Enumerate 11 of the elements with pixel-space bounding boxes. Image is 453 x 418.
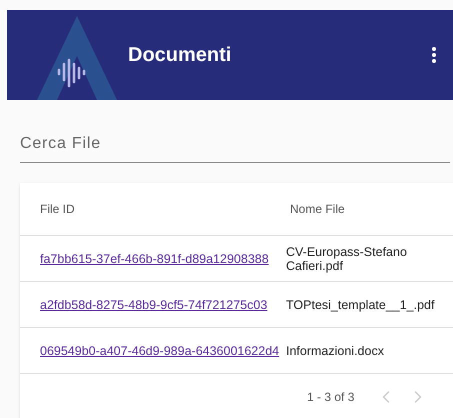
file-id-link[interactable]: 069549b0-a407-46d9-989a-6436001622d4 [40,344,280,358]
logo-icon [37,16,117,100]
file-id-link[interactable]: a2fdb58d-8275-48b9-9cf5-74f721275c03 [40,298,268,312]
file-name-cell-text: TOPtesi_template__1_.pdf [285,298,436,312]
page-range: 1 - 3 of 3 [307,389,354,406]
file-id-link[interactable]: fa7bb615-37ef-466b-891f-d89a12908388 [40,252,269,266]
app-title: Documenti [128,43,232,68]
file-name-cell-text: CV-Europass-Stefano Cafieri.pdf [285,244,408,272]
column-header: Nome File [289,201,345,218]
column-header: File ID [39,201,76,218]
search-field[interactable]: Cerca File [20,132,450,163]
